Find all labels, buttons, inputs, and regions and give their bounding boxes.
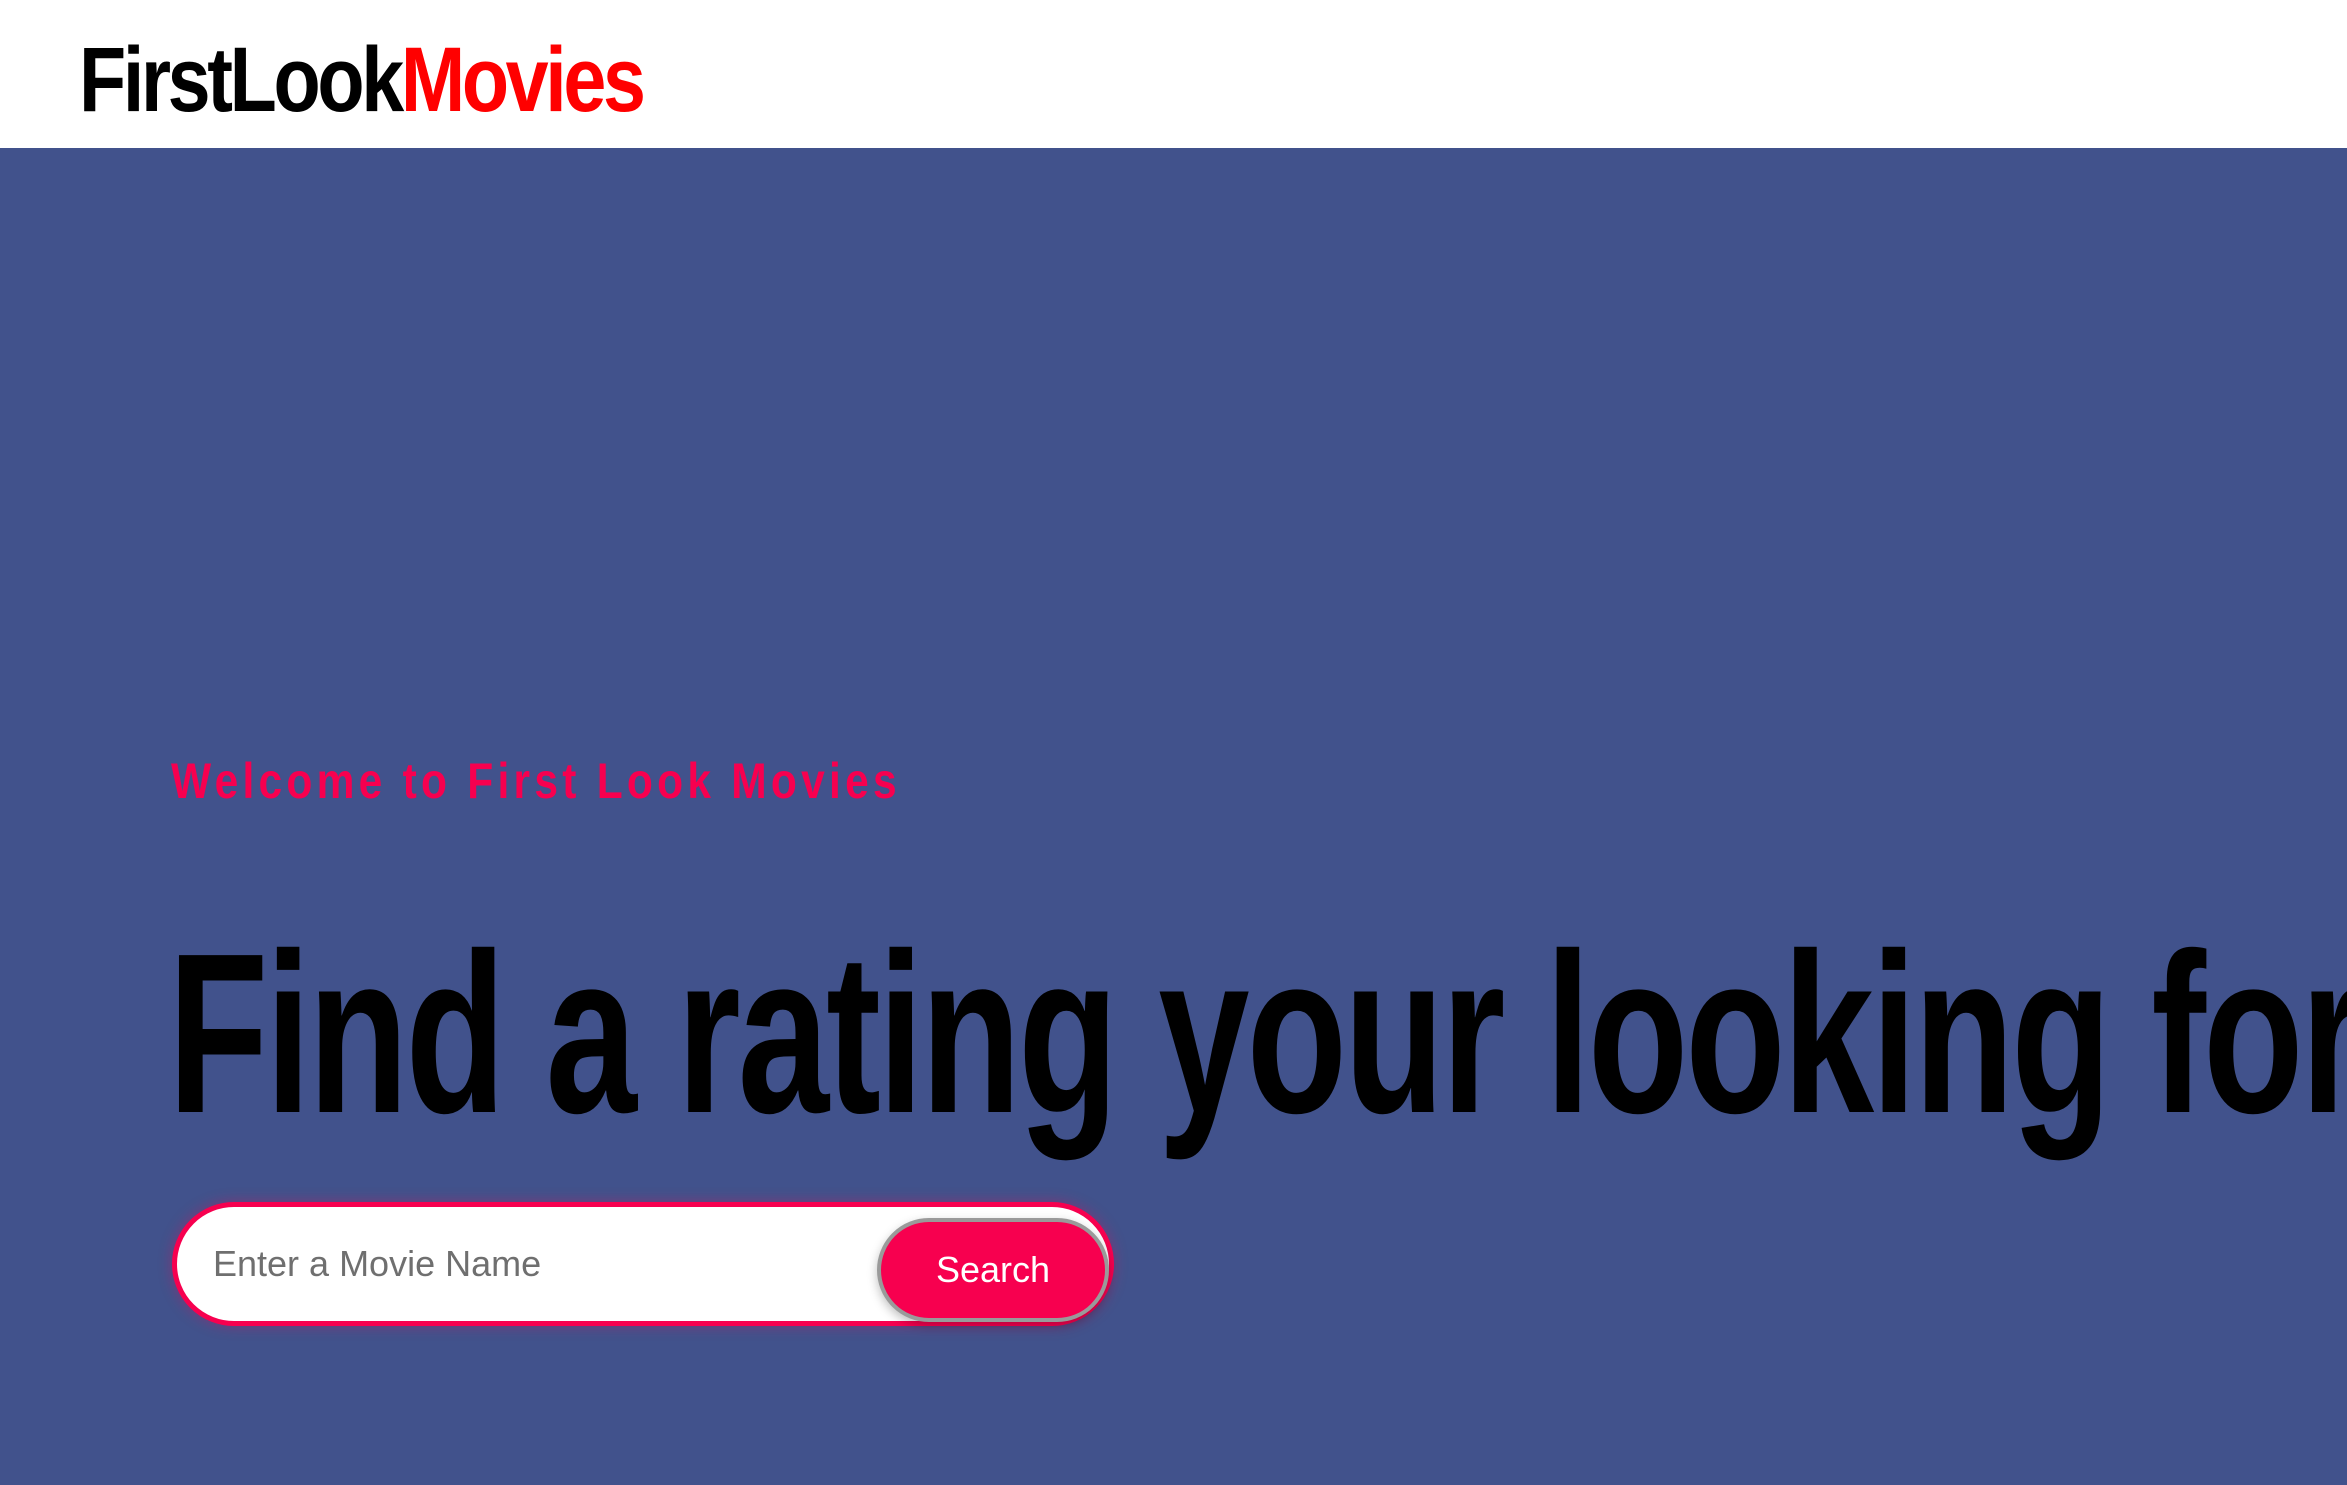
search-input[interactable]	[213, 1221, 693, 1307]
logo-text-firstlook: FirstLook	[79, 29, 404, 131]
page-title: Find a rating your looking for	[168, 907, 2347, 1161]
welcome-text: Welcome to First Look Movies	[171, 753, 901, 809]
site-logo[interactable]: FirstLookMovies	[79, 34, 646, 126]
search-form: Search	[172, 1202, 1114, 1326]
search-button[interactable]: Search	[877, 1218, 1109, 1322]
logo-text-movies: Movies	[400, 29, 646, 131]
top-navbar: FirstLookMovies	[0, 0, 2347, 148]
